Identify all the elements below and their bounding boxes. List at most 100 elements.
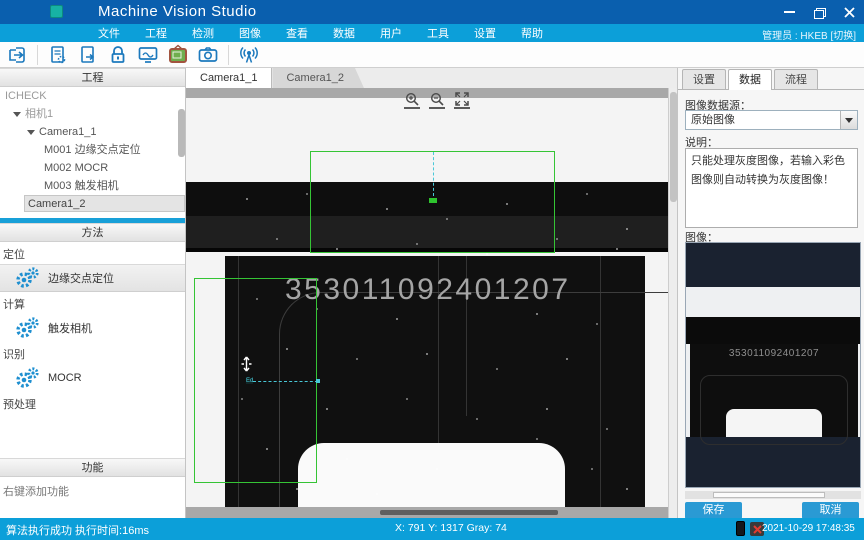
menu-detect[interactable]: 检测 bbox=[192, 25, 214, 41]
image-preview[interactable]: 353011092401207 bbox=[685, 242, 861, 488]
fit-view-icon bbox=[455, 92, 469, 106]
open-project-button[interactable] bbox=[5, 44, 29, 66]
export-doc-button[interactable] bbox=[76, 44, 100, 66]
project-panel-header: 工程 bbox=[0, 68, 185, 87]
lock-button[interactable] bbox=[106, 44, 130, 66]
functions-hint: 右键添加功能 bbox=[0, 477, 185, 499]
tree-item-m001[interactable]: M001 边缘交点定位 bbox=[0, 141, 185, 159]
tray-cutout bbox=[298, 443, 565, 507]
restore-button[interactable] bbox=[810, 3, 828, 21]
scrollbar-thumb[interactable] bbox=[670, 92, 677, 202]
cursor-coordinates: X: 791 Y: 1317 Gray: 74 bbox=[395, 522, 507, 534]
fit-view-button[interactable] bbox=[454, 92, 470, 109]
menu-data[interactable]: 数据 bbox=[333, 25, 355, 41]
image-noise-specks bbox=[186, 98, 188, 100]
method-category-positioning: 定位 bbox=[0, 242, 185, 264]
methods-list: 定位 边缘交点定位 计算 触发相机 识别 MOCR 预处理 bbox=[0, 242, 185, 414]
menu-bar: 文件 工程 检测 图像 查看 数据 用户 工具 设置 帮助 管理员 : HKEB… bbox=[0, 24, 864, 42]
gears-icon bbox=[13, 266, 41, 290]
zoom-out-button[interactable] bbox=[429, 92, 445, 109]
method-category-calc: 计算 bbox=[0, 292, 185, 314]
tree-item-camera1-2-selected[interactable]: Camera1_2 bbox=[24, 195, 185, 212]
zoom-out-icon bbox=[430, 92, 444, 106]
tab-camera1-1[interactable]: Camera1_1 bbox=[186, 68, 272, 88]
trigger-broadcast-icon bbox=[239, 45, 259, 65]
method-item-mocr[interactable]: MOCR bbox=[0, 364, 185, 392]
tab-data[interactable]: 数据 bbox=[728, 69, 772, 90]
method-item-trigger-camera[interactable]: 触发相机 bbox=[0, 314, 185, 342]
main-toolbar bbox=[0, 42, 864, 68]
menu-file[interactable]: 文件 bbox=[98, 25, 120, 41]
trigger-broadcast-button[interactable] bbox=[237, 44, 261, 66]
live-view-button[interactable] bbox=[166, 44, 190, 66]
camera-image-view[interactable]: 353011092401207 Ed bbox=[186, 98, 668, 507]
menu-tools[interactable]: 工具 bbox=[427, 25, 449, 41]
menu-user[interactable]: 用户 bbox=[380, 25, 402, 41]
export-doc-icon bbox=[78, 45, 98, 65]
measure-label: Ed bbox=[246, 378, 253, 384]
lock-icon bbox=[109, 45, 127, 65]
sidebar-scrollbar-thumb[interactable] bbox=[178, 109, 185, 157]
tree-item-camera-group[interactable]: 相机1 bbox=[0, 105, 185, 123]
zoom-in-icon bbox=[405, 92, 419, 106]
canvas-vertical-scrollbar[interactable] bbox=[668, 88, 677, 518]
scrollbar-thumb[interactable] bbox=[713, 492, 825, 498]
image-source-value: 原始图像 bbox=[691, 114, 735, 126]
display-monitor-icon bbox=[137, 45, 159, 65]
save-button[interactable]: 保存 bbox=[685, 502, 742, 519]
tab-settings[interactable]: 设置 bbox=[682, 69, 726, 89]
gears-icon bbox=[13, 316, 41, 340]
status-bar: 算法执行成功 执行时间:16ms X: 791 Y: 1317 Gray: 74… bbox=[0, 518, 864, 540]
app-logo-icon bbox=[50, 5, 63, 18]
tree-item-m002[interactable]: M002 MOCR bbox=[0, 159, 185, 177]
restore-icon bbox=[814, 8, 824, 17]
method-item-edge-point-locate[interactable]: 边缘交点定位 bbox=[0, 264, 185, 292]
tree-item-label: 相机1 bbox=[25, 108, 53, 120]
window-title: Machine Vision Studio bbox=[98, 3, 257, 20]
resize-cursor-icon bbox=[239, 356, 254, 372]
title-bar: Machine Vision Studio bbox=[0, 0, 864, 24]
method-category-preprocess: 预处理 bbox=[0, 392, 185, 414]
live-view-icon bbox=[167, 44, 189, 65]
scrollbar-thumb[interactable] bbox=[380, 510, 558, 515]
image-source-dropdown[interactable]: 原始图像 bbox=[685, 110, 858, 130]
properties-tab-bar: 设置 数据 流程 bbox=[678, 69, 864, 90]
zoom-in-button[interactable] bbox=[404, 92, 420, 109]
canvas-horizontal-scrollbar[interactable] bbox=[186, 507, 668, 518]
toolbar-separator bbox=[228, 45, 229, 65]
tab-camera1-2[interactable]: Camera1_2 bbox=[272, 68, 363, 88]
dropdown-button[interactable] bbox=[840, 111, 857, 129]
tree-item-m003[interactable]: M003 触发相机 bbox=[0, 177, 185, 195]
close-icon bbox=[843, 6, 856, 19]
chevron-down-icon bbox=[13, 112, 21, 117]
app-window: Machine Vision Studio 文件 工程 检测 图像 查看 数据 … bbox=[0, 0, 864, 540]
red-x-icon bbox=[753, 525, 762, 534]
project-tree: ICHECK 相机1 Camera1_1 M001 边缘交点定位 M002 MO… bbox=[0, 87, 185, 218]
tab-flow[interactable]: 流程 bbox=[774, 69, 818, 89]
tree-item-camera1-1[interactable]: Camera1_1 bbox=[0, 123, 185, 141]
minimize-icon bbox=[784, 11, 795, 13]
menu-settings[interactable]: 设置 bbox=[474, 25, 496, 41]
camera-button[interactable] bbox=[196, 44, 220, 66]
method-item-label: 边缘交点定位 bbox=[48, 270, 114, 286]
project-settings-button[interactable] bbox=[46, 44, 70, 66]
preview-horizontal-scrollbar[interactable] bbox=[685, 491, 861, 499]
user-info[interactable]: 管理员 : HKEB [切换] bbox=[762, 27, 856, 42]
functions-panel-header: 功能 bbox=[0, 458, 185, 477]
engraved-serial-number: 353011092401207 bbox=[285, 273, 571, 307]
close-button[interactable] bbox=[840, 3, 858, 21]
menu-help[interactable]: 帮助 bbox=[521, 25, 543, 41]
canvas-tab-bar: Camera1_1 Camera1_2 bbox=[186, 68, 677, 88]
tree-item-project-root[interactable]: ICHECK bbox=[0, 87, 185, 105]
menu-image[interactable]: 图像 bbox=[239, 25, 261, 41]
method-category-recognition: 识别 bbox=[0, 342, 185, 364]
method-item-label: MOCR bbox=[48, 372, 82, 384]
menu-project[interactable]: 工程 bbox=[145, 25, 167, 41]
measure-dashed-line bbox=[253, 381, 318, 382]
roi-center-dashed-line bbox=[433, 152, 434, 196]
minimize-button[interactable] bbox=[780, 3, 798, 21]
roi-center-marker bbox=[429, 198, 437, 203]
menu-view[interactable]: 查看 bbox=[286, 25, 308, 41]
cancel-button[interactable]: 取消 bbox=[802, 502, 859, 519]
display-monitor-button[interactable] bbox=[136, 44, 160, 66]
